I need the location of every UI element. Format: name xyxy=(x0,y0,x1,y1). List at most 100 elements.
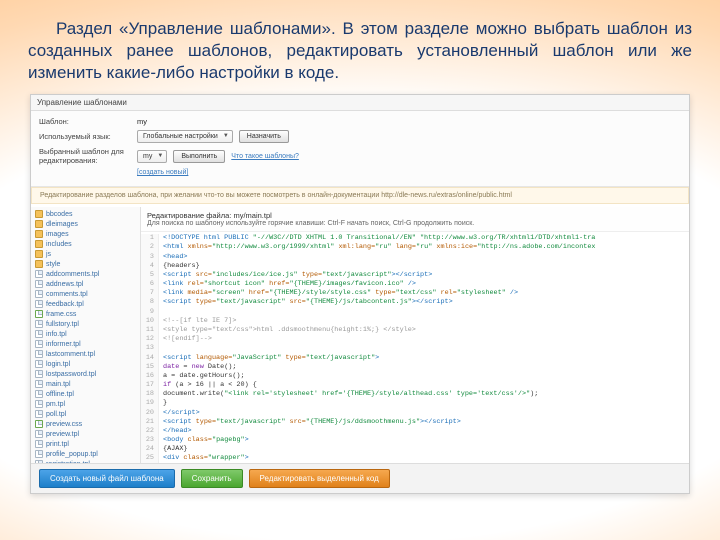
tree-item-label: print.tpl xyxy=(46,441,69,448)
code-line[interactable]: a = date.getHours(); xyxy=(159,372,689,381)
file-icon xyxy=(35,350,43,358)
file-icon xyxy=(35,450,43,458)
file-icon xyxy=(35,460,43,463)
code-line[interactable] xyxy=(159,308,689,317)
tree-item[interactable]: preview.css xyxy=(31,419,140,429)
code-line[interactable]: <script type="text/javascript" src="{THE… xyxy=(159,298,689,307)
tree-item[interactable]: comments.tpl xyxy=(31,289,140,299)
tree-item[interactable]: style xyxy=(31,259,140,269)
tree-item[interactable]: login.tpl xyxy=(31,359,140,369)
code-line[interactable] xyxy=(159,344,689,353)
tree-item[interactable]: lastcomment.tpl xyxy=(31,349,140,359)
code-line[interactable]: <html xmlns="http://www.w3.org/1999/xhtm… xyxy=(159,243,689,252)
file-icon xyxy=(35,410,43,418)
file-tree: bbcodesdleimagesimagesincludesjsstyleadd… xyxy=(31,207,141,463)
tree-item[interactable]: info.tpl xyxy=(31,329,140,339)
code-line[interactable]: <link media="screen" href="{THEME}/style… xyxy=(159,289,689,298)
what-is-template-link[interactable]: Что такое шаблоны? xyxy=(231,153,299,160)
tree-item-label: preview.tpl xyxy=(46,431,79,438)
folder-icon xyxy=(35,250,43,258)
tree-item-label: pm.tpl xyxy=(46,401,65,408)
line-number: 9 xyxy=(141,308,159,317)
code-area[interactable]: 1<!DOCTYPE html PUBLIC "-//W3C//DTD XHTM… xyxy=(141,232,689,463)
tree-item[interactable]: informer.tpl xyxy=(31,339,140,349)
file-icon xyxy=(35,320,43,328)
tree-item-label: images xyxy=(46,231,69,238)
tree-item[interactable]: js xyxy=(31,249,140,259)
file-icon xyxy=(35,280,43,288)
tree-item[interactable]: poll.tpl xyxy=(31,409,140,419)
code-line[interactable]: document.write("<link rel='stylesheet' h… xyxy=(159,390,689,399)
footer-bar: Создать новый файл шаблона Сохранить Ред… xyxy=(31,463,689,493)
code-line[interactable]: <script src="includes/ice/ice.js" type="… xyxy=(159,271,689,280)
code-line[interactable]: {AJAX} xyxy=(159,445,689,454)
selected-template-select[interactable]: my xyxy=(137,150,167,163)
file-icon xyxy=(35,310,43,318)
tree-item[interactable]: main.tpl xyxy=(31,379,140,389)
code-editor: Редактирование файла: my/main.tpl Для по… xyxy=(141,207,689,463)
code-line[interactable]: </head> xyxy=(159,427,689,436)
tree-item[interactable]: addnews.tpl xyxy=(31,279,140,289)
tree-item-label: lastcomment.tpl xyxy=(46,351,95,358)
code-line[interactable]: <!--[if lte IE 7]> xyxy=(159,317,689,326)
edit-html-button[interactable]: Редактировать выделенный код xyxy=(249,469,390,488)
line-number: 2 xyxy=(141,243,159,252)
code-line[interactable]: <style type="text/css">html .ddsmoothmen… xyxy=(159,326,689,335)
code-line[interactable]: <![endif]--> xyxy=(159,335,689,344)
code-line[interactable]: <script language="JavaScript" type="text… xyxy=(159,354,689,363)
line-number: 10 xyxy=(141,317,159,326)
tree-item[interactable]: bbcodes xyxy=(31,209,140,219)
save-button[interactable]: Сохранить xyxy=(181,469,243,488)
tree-item[interactable]: includes xyxy=(31,239,140,249)
tree-item[interactable]: feedback.tpl xyxy=(31,299,140,309)
line-number: 11 xyxy=(141,326,159,335)
tree-item[interactable]: addcomments.tpl xyxy=(31,269,140,279)
tree-item[interactable]: preview.tpl xyxy=(31,429,140,439)
code-line[interactable]: <!DOCTYPE html PUBLIC "-//W3C//DTD XHTML… xyxy=(159,234,689,243)
tree-item-label: info.tpl xyxy=(46,331,67,338)
tree-item-label: login.tpl xyxy=(46,361,70,368)
folder-icon xyxy=(35,210,43,218)
line-number: 13 xyxy=(141,344,159,353)
line-number: 7 xyxy=(141,289,159,298)
lang-select[interactable]: Глобальные настройки xyxy=(137,130,233,143)
tree-item[interactable]: lostpassword.tpl xyxy=(31,369,140,379)
code-line[interactable]: <div class="wrapper"> xyxy=(159,454,689,463)
code-line[interactable]: <link rel="shortcut icon" href="{THEME}/… xyxy=(159,280,689,289)
code-line[interactable]: {headers} xyxy=(159,262,689,271)
line-number: 23 xyxy=(141,436,159,445)
config-block: Шаблон: my Используемый язык: Глобальные… xyxy=(31,111,689,187)
create-new-link[interactable]: [создать новый] xyxy=(137,169,188,176)
folder-icon xyxy=(35,230,43,238)
line-number: 20 xyxy=(141,409,159,418)
code-line[interactable]: if (a > 16 || a < 20) { xyxy=(159,381,689,390)
tree-item[interactable]: offline.tpl xyxy=(31,389,140,399)
tree-item[interactable]: print.tpl xyxy=(31,439,140,449)
line-number: 21 xyxy=(141,418,159,427)
code-line[interactable]: <script type="text/javascript" src="{THE… xyxy=(159,418,689,427)
execute-button[interactable]: Выполнить xyxy=(173,150,225,163)
tree-item[interactable]: fullstory.tpl xyxy=(31,319,140,329)
code-line[interactable]: } xyxy=(159,399,689,408)
create-file-button[interactable]: Создать новый файл шаблона xyxy=(39,469,175,488)
assign-button[interactable]: Назначить xyxy=(239,130,289,143)
tree-item-label: frame.css xyxy=(46,311,76,318)
line-number: 15 xyxy=(141,363,159,372)
tree-item[interactable]: pm.tpl xyxy=(31,399,140,409)
code-line[interactable]: </script> xyxy=(159,409,689,418)
code-line[interactable]: <head> xyxy=(159,253,689,262)
tree-item-label: poll.tpl xyxy=(46,411,66,418)
tree-item-label: main.tpl xyxy=(46,381,71,388)
tree-item[interactable]: dleimages xyxy=(31,219,140,229)
code-line[interactable]: <body class="pagebg"> xyxy=(159,436,689,445)
tree-item[interactable]: images xyxy=(31,229,140,239)
code-line[interactable]: date = new Date(); xyxy=(159,363,689,372)
line-number: 6 xyxy=(141,280,159,289)
editor-file-title: Редактирование файла: my/main.tpl xyxy=(147,211,683,220)
file-icon xyxy=(35,340,43,348)
file-icon xyxy=(35,270,43,278)
tree-item[interactable]: frame.css xyxy=(31,309,140,319)
tree-item[interactable]: profile_popup.tpl xyxy=(31,449,140,459)
workspace: bbcodesdleimagesimagesincludesjsstyleadd… xyxy=(31,207,689,463)
file-icon xyxy=(35,380,43,388)
